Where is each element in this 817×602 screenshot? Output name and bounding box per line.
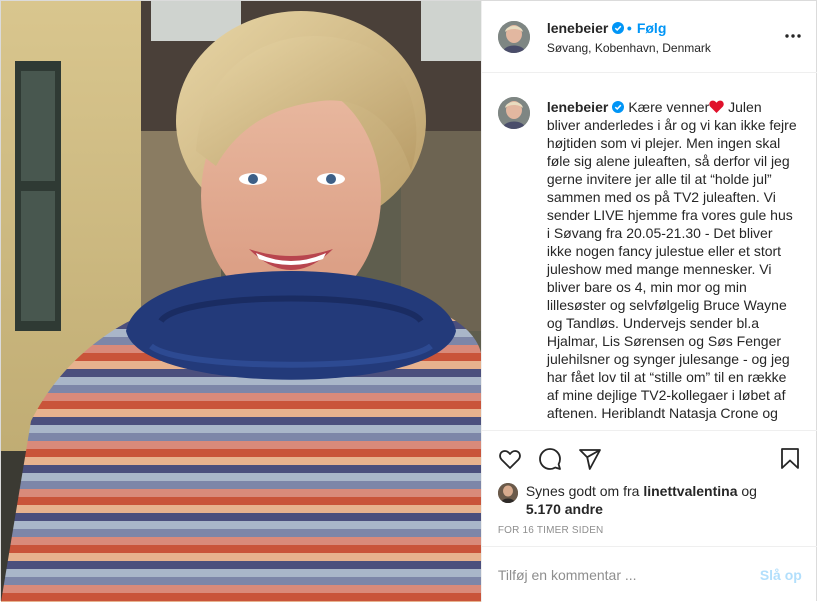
avatar-image xyxy=(497,97,530,129)
liked-by-conjunction: og xyxy=(737,483,757,499)
author-username-text[interactable]: lenebeier xyxy=(547,20,608,36)
post-actions: Synes godt om fra linettvalentina og 5.17… xyxy=(481,430,817,546)
caption-username-text[interactable]: lenebeier xyxy=(547,99,608,115)
post-photo-illustration xyxy=(1,1,481,602)
more-options-icon[interactable] xyxy=(784,27,802,45)
author-username[interactable]: lenebeier xyxy=(547,20,625,36)
instagram-post: lenebeier • Følg Søvang, Kobenhavn, Denm… xyxy=(0,0,817,602)
caption-username[interactable]: lenebeier xyxy=(547,99,625,115)
header-separator: • xyxy=(626,20,632,36)
post-location[interactable]: Søvang, Kobenhavn, Denmark xyxy=(547,41,711,55)
red-heart-emoji-icon xyxy=(709,100,724,113)
author-avatar[interactable] xyxy=(497,21,530,53)
verified-badge-icon xyxy=(612,22,625,34)
post-timestamp[interactable]: FOR 16 TIMER SIDEN xyxy=(498,525,604,536)
post-caption: lenebeier Kære venner Julen bliver anderl… xyxy=(547,98,797,422)
liked-by-prefix: Synes godt om fra xyxy=(525,483,644,499)
likes-count-link[interactable]: 5.170 andre xyxy=(526,501,603,517)
post-photo[interactable] xyxy=(1,1,481,602)
caption-text-body: Julen bliver anderledes i år og vi kan i… xyxy=(546,99,797,421)
avatar-image xyxy=(497,21,530,53)
caption-text-start: Kære venner xyxy=(628,99,710,115)
follow-button[interactable]: Følg xyxy=(637,20,667,36)
caption-scroll-area[interactable]: lenebeier Kære venner Julen bliver anderl… xyxy=(482,74,817,430)
liker-avatar-image xyxy=(497,483,518,503)
liker-avatar[interactable] xyxy=(497,483,518,503)
verified-badge-icon xyxy=(612,101,625,113)
liked-by-text: Synes godt om fra linettvalentina og 5.17… xyxy=(526,482,796,518)
share-paper-plane-icon[interactable] xyxy=(578,447,602,471)
comment-icon[interactable] xyxy=(538,447,562,471)
post-comment-button[interactable]: Slå op xyxy=(760,567,802,583)
post-header: lenebeier • Følg Søvang, Kobenhavn, Denm… xyxy=(481,1,817,73)
caption-author-avatar[interactable] xyxy=(497,97,530,129)
save-bookmark-icon[interactable] xyxy=(778,447,802,471)
comment-form: Slå op xyxy=(481,546,817,602)
post-side-panel: lenebeier • Følg Søvang, Kobenhavn, Denm… xyxy=(480,1,817,602)
like-heart-icon[interactable] xyxy=(498,447,522,471)
comment-input[interactable] xyxy=(497,563,748,587)
liker-username[interactable]: linettvalentina xyxy=(643,483,737,499)
